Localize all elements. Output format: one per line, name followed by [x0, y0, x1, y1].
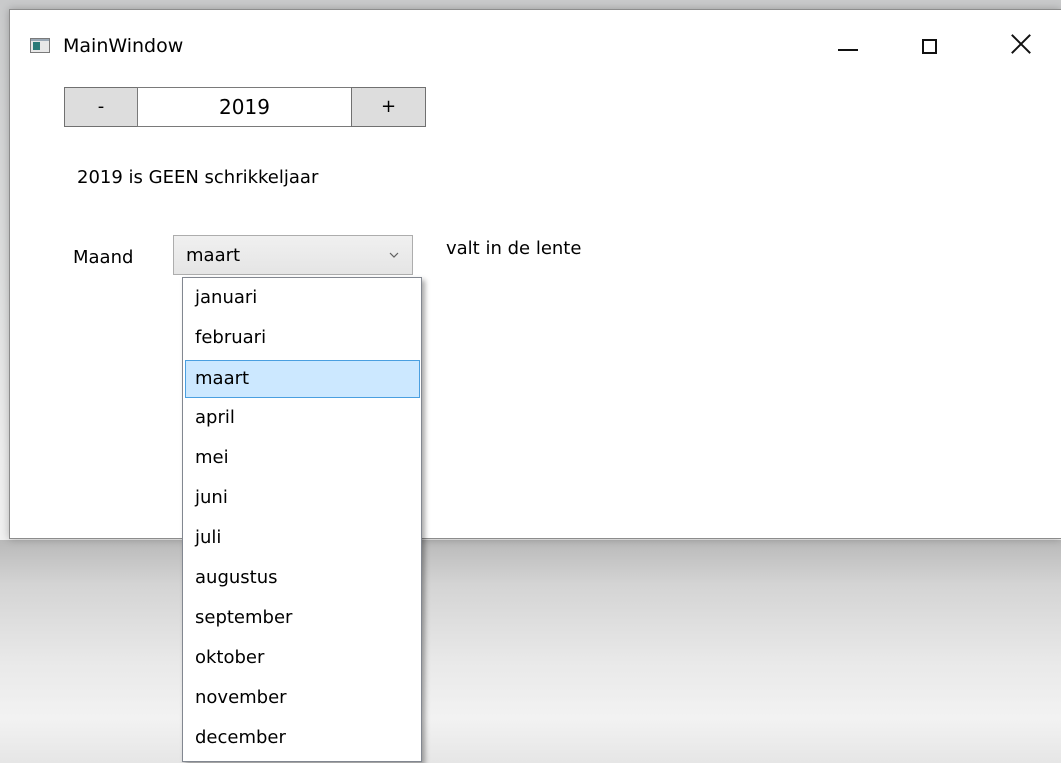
title-bar[interactable]: MainWindow	[10, 10, 1061, 76]
season-text: valt in de lente	[446, 238, 582, 259]
month-combobox[interactable]: maart	[173, 235, 413, 275]
month-option-december[interactable]: december	[185, 720, 420, 758]
close-button[interactable]	[991, 20, 1051, 70]
month-label: Maand	[73, 247, 134, 268]
year-control: - 2019 +	[64, 87, 426, 127]
maximize-button[interactable]	[900, 20, 960, 70]
month-option-september[interactable]: september	[185, 600, 420, 638]
minimize-button[interactable]	[818, 20, 878, 70]
decrement-year-button[interactable]: -	[64, 87, 138, 127]
month-option-februari[interactable]: februari	[185, 320, 420, 358]
increment-year-button[interactable]: +	[351, 87, 426, 127]
month-combobox-value: maart	[186, 245, 241, 266]
desktop-shade	[0, 540, 1061, 763]
chevron-down-icon	[389, 252, 399, 258]
month-option-november[interactable]: november	[185, 680, 420, 718]
leap-year-status: 2019 is GEEN schrikkeljaar	[77, 167, 319, 188]
month-option-april[interactable]: april	[185, 400, 420, 438]
app-icon-topbar	[31, 39, 49, 41]
month-option-juni[interactable]: juni	[185, 480, 420, 518]
month-option-juli[interactable]: juli	[185, 520, 420, 558]
month-option-augustus[interactable]: augustus	[185, 560, 420, 598]
month-dropdown-list: januari februari maart april mei juni ju…	[182, 277, 422, 762]
window-title: MainWindow	[63, 35, 184, 57]
month-option-maart[interactable]: maart	[185, 360, 420, 398]
minimize-icon	[838, 49, 858, 51]
month-option-januari[interactable]: januari	[185, 280, 420, 318]
close-icon	[1009, 32, 1033, 56]
app-icon	[30, 38, 50, 53]
year-field[interactable]: 2019	[137, 87, 352, 127]
month-option-mei[interactable]: mei	[185, 440, 420, 478]
maximize-icon	[922, 39, 937, 54]
app-icon-panel	[33, 42, 40, 50]
month-option-oktober[interactable]: oktober	[185, 640, 420, 678]
